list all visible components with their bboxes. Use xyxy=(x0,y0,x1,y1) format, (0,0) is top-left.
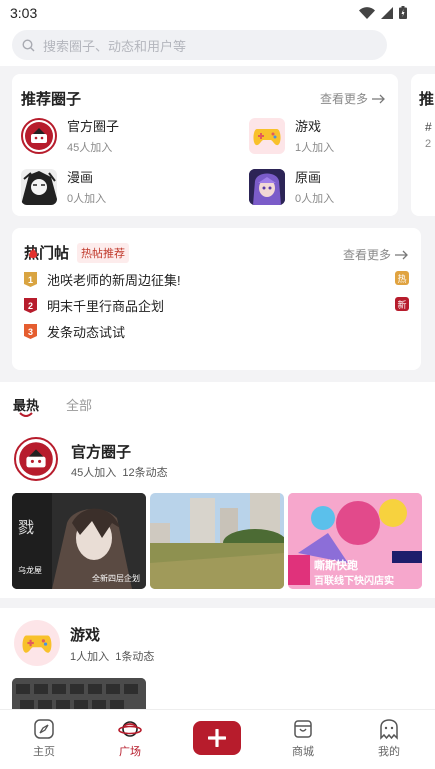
feed-image[interactable]: 戮乌龙屋 全新四层企划 xyxy=(12,493,146,589)
rank-badge: 2 xyxy=(24,298,37,313)
nav-mall[interactable]: 商城 xyxy=(273,718,333,759)
hot-post-text: 明末千里行商品企划 xyxy=(47,299,165,314)
peek-line-1: # xyxy=(425,120,432,134)
feed-avatar[interactable] xyxy=(14,620,60,666)
svg-text:戮: 戮 xyxy=(18,518,34,537)
active-tab-indicator xyxy=(19,412,33,417)
recommend-more-link[interactable]: 查看更多 xyxy=(320,90,386,107)
ghost-icon xyxy=(380,719,398,740)
shopping-bag-icon xyxy=(294,720,312,738)
hot-post-row[interactable]: 3 发条动态试试 xyxy=(24,322,125,341)
feed-avatar[interactable] xyxy=(14,437,58,481)
new-tag: 新 xyxy=(395,297,409,311)
feed-circle-meta: 1人加入 1条动态 xyxy=(70,651,155,663)
circle-item-artwork[interactable]: 原画 0人加入 xyxy=(249,167,334,206)
peek-title: 推 xyxy=(419,91,435,108)
circle-item-game[interactable]: 游戏 1人加入 xyxy=(249,116,334,155)
search-input[interactable]: 搜索圈子、动态和用户等 xyxy=(12,30,387,60)
circle-name: 游戏 xyxy=(295,119,322,134)
nav-mine[interactable]: 我的 xyxy=(359,718,419,759)
hot-title-wrap: 热门帖 热帖推荐 xyxy=(24,242,130,263)
nav-home-label: 主页 xyxy=(33,746,55,758)
signal-icon xyxy=(381,6,393,19)
rank-badge: 1 xyxy=(24,272,37,287)
feed-tabs: 最热 全部 xyxy=(0,382,435,428)
home-icon xyxy=(34,719,54,739)
tab-all[interactable]: 全部 xyxy=(66,395,92,414)
status-icons xyxy=(359,6,407,19)
feed-image[interactable] xyxy=(150,493,284,589)
nav-mall-label: 商城 xyxy=(292,746,314,758)
feed-image-caption: 百联线下快闪店实 xyxy=(314,576,394,587)
search-placeholder: 搜索圈子、动态和用户等 xyxy=(43,38,187,54)
arrow-right-icon xyxy=(372,94,385,103)
hot-tag: 热 xyxy=(395,271,409,285)
nav-home[interactable]: 主页 xyxy=(14,718,74,759)
circle-item-comic[interactable]: 漫画 0人加入 xyxy=(21,167,106,206)
feed-circle-meta: 45人加入 12条动态 xyxy=(71,467,168,479)
nav-mine-label: 我的 xyxy=(378,746,400,758)
peek-line-2: 2 xyxy=(425,138,432,150)
recommend-title: 推荐圈子 xyxy=(21,91,82,108)
hot-badge: 热帖推荐 xyxy=(77,242,130,263)
hot-more-label: 查看更多 xyxy=(342,248,391,262)
circle-name: 官方圈子 xyxy=(67,119,120,134)
feed-circle-name: 游戏 xyxy=(70,627,101,644)
hot-post-text: 池咲老师的新周边征集! xyxy=(47,273,181,288)
publish-button[interactable] xyxy=(193,721,241,755)
artwork-circle-avatar xyxy=(249,168,285,205)
circle-count: 0人加入 xyxy=(67,193,107,205)
rank-badge: 3 xyxy=(24,324,37,339)
status-time: 3:03 xyxy=(10,5,38,21)
flame-icon xyxy=(29,248,37,258)
arrow-right-icon xyxy=(395,250,408,259)
feed-card-game[interactable]: 游戏 1人加入 1条动态 xyxy=(0,608,435,718)
hot-post-text: 发条动态试试 xyxy=(47,325,126,340)
circle-name: 原画 xyxy=(295,170,322,185)
search-icon xyxy=(22,38,35,51)
recommend-more-label: 查看更多 xyxy=(319,92,368,106)
nav-square[interactable]: 广场 xyxy=(100,718,160,759)
feed-image-caption: 嘶斯快跑 xyxy=(314,560,358,572)
recommend-card-peek[interactable]: 推 # 2 xyxy=(411,74,435,216)
circle-count: 0人加入 xyxy=(295,193,335,205)
svg-text:乌龙屋: 乌龙屋 xyxy=(18,565,42,575)
hot-post-row[interactable]: 1 池咲老师的新周边征集! xyxy=(24,270,181,289)
plus-icon xyxy=(208,729,226,747)
official-circle-avatar xyxy=(21,117,57,154)
nav-square-label: 广场 xyxy=(119,746,141,758)
circle-item-official[interactable]: 官方圈子 45人加入 xyxy=(21,116,119,155)
feed-circle-name: 官方圈子 xyxy=(71,444,132,461)
search-bar-container: 搜索圈子、动态和用户等 xyxy=(0,26,435,66)
game-circle-avatar xyxy=(249,117,285,154)
feed-image[interactable]: 嘶斯快跑 百联线下快闪店实 xyxy=(288,493,422,589)
feed-card-official[interactable]: 官方圈子 45人加入 12条动态 戮乌龙屋 全新四层企划 嘶斯快跑 百联线下快闪… xyxy=(0,428,435,598)
status-bar: 3:03 xyxy=(0,0,435,26)
recommend-circles-card: 推荐圈子 查看更多 官方圈子 45人加入 游戏 1人加入 漫画 0人加入 原画 … xyxy=(12,74,398,216)
hot-more-link[interactable]: 查看更多 xyxy=(343,246,409,263)
planet-icon xyxy=(118,721,142,737)
circle-name: 漫画 xyxy=(67,170,94,185)
comic-circle-avatar xyxy=(21,168,57,205)
bottom-nav: 主页 广场 商城 我的 xyxy=(0,709,435,769)
feed-image-caption: 全新四层企划 xyxy=(92,574,140,583)
circle-count: 45人加入 xyxy=(67,142,113,154)
battery-icon xyxy=(399,6,407,19)
circle-count: 1人加入 xyxy=(295,142,335,154)
wifi-icon xyxy=(359,6,375,19)
hot-post-row[interactable]: 2 明末千里行商品企划 xyxy=(24,296,164,315)
